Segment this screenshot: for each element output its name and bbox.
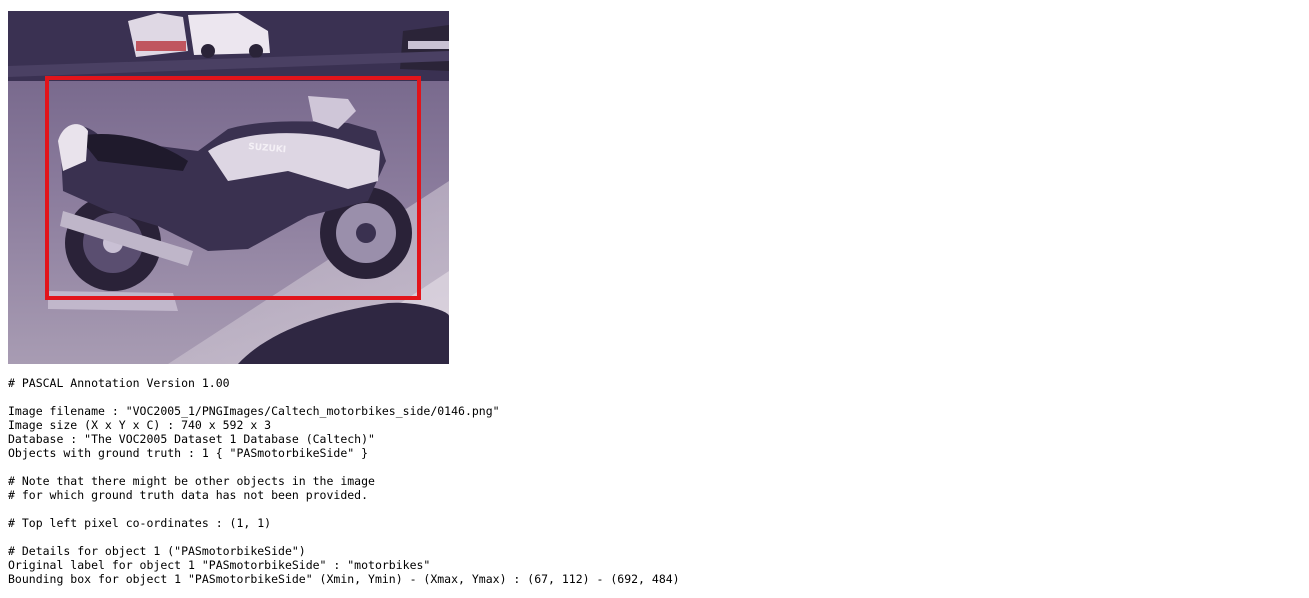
annotation-line xyxy=(8,502,680,516)
annotation-line: Original label for object 1 "PASmotorbik… xyxy=(8,558,431,572)
parked-car-right xyxy=(400,25,449,71)
annotation-line: Objects with ground truth : 1 { "PASmoto… xyxy=(8,446,369,460)
annotation-line: # PASCAL Annotation Version 1.00 xyxy=(8,376,230,390)
annotation-line xyxy=(8,530,680,544)
annotation-line: # for which ground truth data has not be… xyxy=(8,488,369,502)
annotation-line: Bounding box for object 1 "PASmotorbikeS… xyxy=(8,572,680,586)
annotation-line: # Note that there might be other objects… xyxy=(8,474,375,488)
annotation-line: Image size (X x Y x C) : 740 x 592 x 3 xyxy=(8,418,272,432)
annotation-text: # PASCAL Annotation Version 1.00 Image fi… xyxy=(8,376,680,586)
annotation-line xyxy=(8,460,680,474)
annotation-line xyxy=(8,390,680,404)
annotation-line: # Top left pixel co-ordinates : (1, 1) xyxy=(8,516,272,530)
parked-car-left xyxy=(128,13,188,57)
motorbike-photo: SUZUKI xyxy=(8,11,449,364)
annotation-line: Database : "The VOC2005 Dataset 1 Databa… xyxy=(8,432,375,446)
annotated-image: SUZUKI xyxy=(8,11,449,364)
annotation-line: # Details for object 1 ("PASmotorbikeSid… xyxy=(8,544,306,558)
annotation-line: Image filename : "VOC2005_1/PNGImages/Ca… xyxy=(8,404,500,418)
